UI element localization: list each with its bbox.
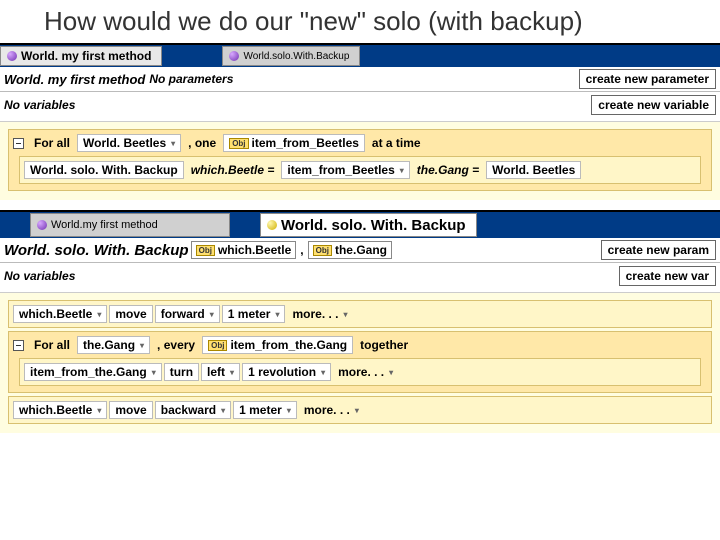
amount[interactable]: 1 revolution▾ — [242, 363, 331, 381]
panel-solo-with-backup: World.my first method World. solo. With.… — [0, 210, 720, 433]
subject[interactable]: item_from_the.Gang▾ — [24, 363, 162, 381]
collapse-icon[interactable] — [13, 138, 24, 149]
chevron-down-icon: ▾ — [287, 406, 291, 415]
chevron-down-icon: ▾ — [221, 406, 225, 415]
tab-bar: World.my first method World. solo. With.… — [0, 212, 720, 238]
chevron-down-icon: ▾ — [97, 310, 101, 319]
no-parameters-label: No parameters — [149, 72, 233, 86]
method-icon — [7, 51, 17, 61]
chevron-down-icon: ▾ — [355, 406, 359, 415]
tab-label: World. solo. With. Backup — [281, 217, 466, 234]
forall-collection[interactable]: the.Gang▾ — [77, 336, 150, 354]
method-call-row[interactable]: World. solo. With. Backup which.Beetle =… — [19, 156, 701, 184]
forall-loopvar[interactable]: Objitem_from_Beetles — [223, 134, 365, 152]
forall-loopvar[interactable]: Objitem_from_the.Gang — [202, 336, 353, 354]
forall-collection[interactable]: World. Beetles▾ — [77, 134, 181, 152]
call-param1-value[interactable]: item_from_Beetles▾ — [281, 161, 409, 179]
forall-block[interactable]: For all the.Gang▾ , every Objitem_from_t… — [8, 331, 712, 393]
method-name: World. solo. With. Backup — [4, 242, 189, 259]
more-menu[interactable]: more. . .▾ — [333, 364, 398, 380]
no-variables-label: No variables — [4, 98, 75, 112]
tab-bar: World. my first method World.solo.With.B… — [0, 45, 720, 67]
amount[interactable]: 1 meter▾ — [233, 401, 297, 419]
subject[interactable]: which.Beetle▾ — [13, 305, 107, 323]
variables-row: No variables create new variable — [0, 92, 720, 121]
method-icon — [267, 220, 277, 230]
chevron-down-icon: ▾ — [140, 341, 144, 350]
forall-keyword: For all — [29, 135, 75, 151]
create-new-parameter-button[interactable]: create new parameter — [579, 69, 716, 89]
tab-label: World.my first method — [51, 219, 158, 231]
collapse-icon[interactable] — [13, 340, 24, 351]
create-new-parameter-button[interactable]: create new param — [601, 240, 716, 260]
chevron-down-icon: ▾ — [152, 368, 156, 377]
method-icon — [37, 220, 47, 230]
statement-move-forward[interactable]: which.Beetle▾ move forward▾ 1 meter▾ mor… — [8, 300, 712, 328]
method-icon — [229, 51, 239, 61]
more-menu[interactable]: more. . .▾ — [287, 306, 352, 322]
obj-badge-icon: Obj — [313, 245, 332, 256]
tab-solo-with-backup[interactable]: World. solo. With. Backup — [260, 213, 477, 237]
chevron-down-icon: ▾ — [344, 310, 348, 319]
direction[interactable]: forward▾ — [155, 305, 220, 323]
more-menu[interactable]: more. . .▾ — [299, 402, 364, 418]
obj-badge-icon: Obj — [229, 138, 248, 149]
create-new-variable-button[interactable]: create new variable — [591, 95, 716, 115]
variables-row: No variables create new var — [0, 263, 720, 292]
param-thegang[interactable]: Objthe.Gang — [308, 241, 392, 259]
chevron-down-icon: ▾ — [321, 368, 325, 377]
obj-badge-icon: Obj — [196, 245, 215, 256]
direction[interactable]: left▾ — [201, 363, 240, 381]
no-variables-label: No variables — [4, 269, 75, 283]
verb[interactable]: move — [109, 401, 152, 419]
forall-sep: , one — [183, 135, 221, 151]
tab-my-first-method[interactable]: World. my first method — [0, 46, 162, 66]
forall-tail: together — [355, 337, 413, 353]
call-param2-value[interactable]: World. Beetles — [486, 161, 581, 179]
obj-badge-icon: Obj — [208, 340, 227, 351]
statement-turn-left[interactable]: item_from_the.Gang▾ turn left▾ 1 revolut… — [19, 358, 701, 386]
tab-solo-with-backup[interactable]: World.solo.With.Backup — [222, 46, 360, 66]
forall-keyword: For all — [29, 337, 75, 353]
call-param1-name: which.Beetle = — [186, 162, 280, 178]
code-area: For all World. Beetles▾ , one Objitem_fr… — [0, 121, 720, 200]
tab-label: World. my first method — [21, 49, 151, 63]
tab-label: World.solo.With.Backup — [243, 51, 349, 62]
comma: , — [300, 243, 303, 257]
call-param2-name: the.Gang = — [412, 162, 484, 178]
chevron-down-icon: ▾ — [171, 139, 175, 148]
forall-header: For all the.Gang▾ , every Objitem_from_t… — [13, 335, 707, 355]
create-new-variable-button[interactable]: create new var — [619, 266, 716, 286]
panel-my-first-method: World. my first method World.solo.With.B… — [0, 43, 720, 200]
chevron-down-icon: ▾ — [400, 166, 404, 175]
forall-header: For all World. Beetles▾ , one Objitem_fr… — [13, 133, 707, 153]
method-signature-row: World. my first method No parameters cre… — [0, 67, 720, 92]
forall-tail: at a time — [367, 135, 426, 151]
verb[interactable]: turn — [164, 363, 199, 381]
verb[interactable]: move — [109, 305, 152, 323]
chevron-down-icon: ▾ — [210, 310, 214, 319]
slide-title: How would we do our "new" solo (with bac… — [0, 0, 720, 43]
statement-move-backward[interactable]: which.Beetle▾ move backward▾ 1 meter▾ mo… — [8, 396, 712, 424]
forall-block[interactable]: For all World. Beetles▾ , one Objitem_fr… — [8, 129, 712, 191]
param-whichbeetle[interactable]: Objwhich.Beetle — [191, 241, 297, 259]
subject[interactable]: which.Beetle▾ — [13, 401, 107, 419]
chevron-down-icon: ▾ — [97, 406, 101, 415]
code-area: which.Beetle▾ move forward▾ 1 meter▾ mor… — [0, 292, 720, 433]
amount[interactable]: 1 meter▾ — [222, 305, 286, 323]
call-method-name[interactable]: World. solo. With. Backup — [24, 161, 184, 179]
forall-sep: , every — [152, 337, 200, 353]
direction[interactable]: backward▾ — [155, 401, 231, 419]
tab-my-first-method[interactable]: World.my first method — [30, 213, 230, 237]
chevron-down-icon: ▾ — [275, 310, 279, 319]
chevron-down-icon: ▾ — [230, 368, 234, 377]
chevron-down-icon: ▾ — [389, 368, 393, 377]
method-signature-row: World. solo. With. Backup Objwhich.Beetl… — [0, 238, 720, 263]
method-name: World. my first method — [4, 72, 145, 87]
